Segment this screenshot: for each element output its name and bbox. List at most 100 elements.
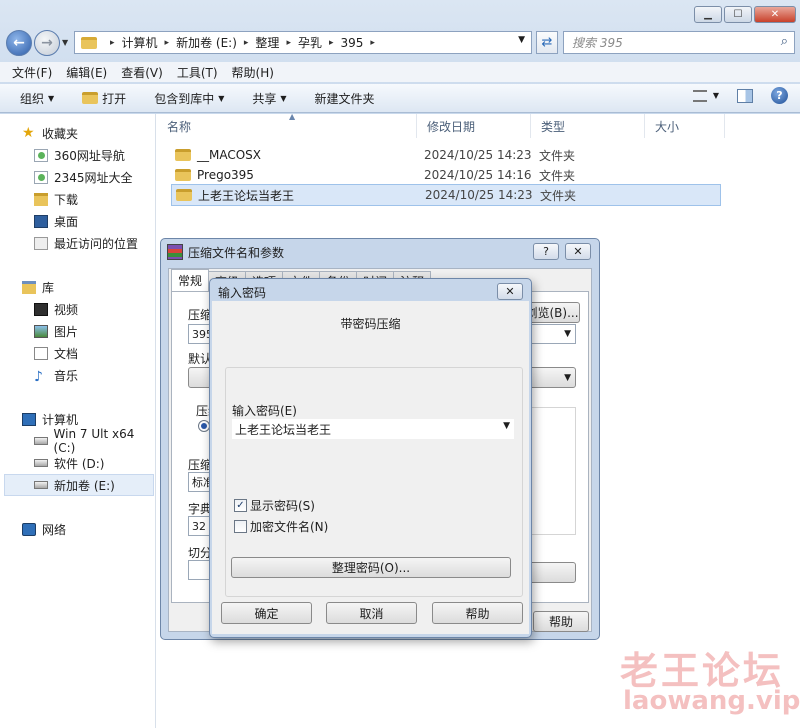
address-bar[interactable]: ▸ 计算机 ▸ 新加卷 (E:) ▸ 整理 ▸ 孕乳 ▸ 395 ▸ ▼	[74, 31, 532, 54]
sidebar-label: 收藏夹	[42, 126, 79, 141]
refresh-button[interactable]: ⇄	[536, 31, 558, 54]
search-icon[interactable]: ⌕	[781, 34, 788, 49]
breadcrumb-item[interactable]: 395	[341, 36, 364, 50]
help-icon[interactable]: ?	[771, 87, 788, 104]
chevron-right-icon[interactable]: ▸	[286, 38, 291, 48]
sidebar-item-downloads[interactable]: 下载	[0, 188, 156, 210]
chevron-right-icon[interactable]: ▸	[370, 38, 375, 48]
sidebar-item-drive-d[interactable]: 软件 (D:)	[0, 452, 156, 474]
music-note-icon: ♪	[34, 368, 43, 385]
folder-icon	[81, 36, 97, 49]
menu-tools[interactable]: 工具(T)	[177, 64, 218, 81]
column-type[interactable]: 类型	[531, 114, 645, 138]
forward-button[interactable]: →	[34, 30, 60, 56]
chevron-right-icon[interactable]: ▸	[165, 38, 170, 48]
sidebar-item-recent[interactable]: 最近访问的位置	[0, 232, 156, 254]
column-date[interactable]: 修改日期	[417, 114, 531, 138]
sidebar-item-videos[interactable]: 视频	[0, 298, 156, 320]
help-button[interactable]: 帮助	[432, 602, 523, 624]
column-size[interactable]: 大小	[645, 114, 725, 138]
new-folder-button[interactable]: 新建文件夹	[315, 90, 375, 107]
picture-icon	[34, 324, 48, 338]
sidebar-item-drive-c[interactable]: Win 7 Ult x64 (C:)	[0, 427, 156, 455]
sidebar-item-favorites[interactable]: ★ 收藏夹	[0, 122, 156, 144]
archive-help-button[interactable]: 帮助	[533, 611, 589, 632]
column-header-row: 名称 ▲ 修改日期 类型 大小	[157, 112, 800, 138]
tab-general[interactable]: 常规	[171, 269, 210, 291]
new-folder-label: 新建文件夹	[314, 91, 375, 106]
breadcrumb-item[interactable]: 新加卷 (E:)	[176, 34, 237, 51]
table-row[interactable]: __MACOSX 2024/10/25 14:23 文件夹	[171, 144, 721, 166]
back-button[interactable]: ←	[6, 30, 32, 56]
minimize-button[interactable]: ▁	[694, 6, 722, 23]
folder-icon	[176, 189, 192, 201]
address-dropdown-icon[interactable]: ▼	[518, 35, 525, 45]
sidebar-item-documents[interactable]: 文档	[0, 342, 156, 364]
sidebar-label: 新加卷 (E:)	[54, 478, 115, 493]
dropdown-icon[interactable]: ▼	[503, 421, 510, 431]
sidebar-item-desktop[interactable]: 桌面	[0, 210, 156, 232]
sidebar-item-2345[interactable]: 2345网址大全	[0, 166, 156, 188]
menu-bar: 文件(F) 编辑(E) 查看(V) 工具(T) 帮助(H)	[0, 62, 800, 82]
sidebar-item-libraries[interactable]: 库	[0, 276, 156, 298]
sidebar-label: 图片	[54, 324, 79, 339]
breadcrumb-item[interactable]: 整理	[255, 34, 279, 51]
recent-pages-dropdown-icon[interactable]: ▼	[62, 38, 68, 47]
caret-down-icon: ▼	[48, 93, 55, 103]
recent-places-icon	[34, 236, 48, 250]
navigation-pane: ★ 收藏夹 360网址导航 2345网址大全 下载 桌面 最近访问的位置 库 视…	[0, 114, 156, 728]
show-password-checkbox[interactable]: ✓ 显示密码(S)	[234, 497, 315, 514]
browse-button[interactable]: 浏览(B)...	[524, 302, 580, 323]
sidebar-item-pictures[interactable]: 图片	[0, 320, 156, 342]
share-label: 共享	[252, 91, 277, 106]
help-title-button[interactable]: ?	[533, 243, 559, 260]
computer-icon	[22, 412, 36, 426]
sidebar-item-360[interactable]: 360网址导航	[0, 144, 156, 166]
checkmark-icon: ✓	[234, 499, 247, 512]
password-value: 上老王论坛当老王	[235, 422, 332, 437]
encrypt-filenames-checkbox[interactable]: 加密文件名(N)	[234, 518, 328, 535]
menu-file[interactable]: 文件(F)	[12, 64, 52, 81]
password-field[interactable]: 上老王论坛当老王 ▼	[232, 419, 514, 439]
column-name[interactable]: 名称 ▲	[157, 112, 417, 138]
menu-help[interactable]: 帮助(H)	[232, 64, 274, 81]
sidebar-item-network[interactable]: 网络	[0, 518, 156, 540]
share-button[interactable]: 共享 ▼	[252, 90, 286, 107]
organize-button[interactable]: 组织 ▼	[20, 90, 54, 107]
column-label: 大小	[655, 119, 680, 134]
watermark-url: laowang.vip	[623, 686, 800, 716]
search-input[interactable]: 搜索 395 ⌕	[563, 31, 795, 54]
table-row[interactable]: Prego395 2024/10/25 14:16 文件夹	[171, 164, 721, 186]
organize-passwords-button[interactable]: 整理密码(O)...	[231, 557, 511, 578]
chevron-right-icon[interactable]: ▸	[329, 38, 334, 48]
navigation-row: ← → ▼ ▸ 计算机 ▸ 新加卷 (E:) ▸ 整理 ▸ 孕乳 ▸ 395 ▸…	[0, 28, 800, 58]
menu-edit[interactable]: 编辑(E)	[66, 64, 107, 81]
close-icon[interactable]: ✕	[565, 243, 591, 260]
file-type: 文件夹	[539, 168, 576, 183]
sidebar-item-drive-e[interactable]: 新加卷 (E:)	[4, 474, 154, 496]
file-date: 2024/10/25 14:16	[424, 168, 532, 182]
chevron-right-icon[interactable]: ▸	[244, 38, 249, 48]
breadcrumb-item[interactable]: 孕乳	[298, 34, 322, 51]
web-shortcut-icon	[34, 170, 48, 184]
open-button[interactable]: 打开	[82, 90, 126, 107]
close-button[interactable]: ✕	[754, 6, 796, 23]
preview-pane-icon[interactable]	[737, 88, 753, 103]
maximize-button[interactable]: ☐	[724, 6, 752, 23]
chevron-right-icon[interactable]: ▸	[110, 38, 115, 48]
empty-checkbox-icon	[234, 520, 247, 533]
cancel-button[interactable]: 取消	[326, 602, 417, 624]
ok-button[interactable]: 确定	[221, 602, 312, 624]
include-library-button[interactable]: 包含到库中 ▼	[154, 90, 224, 107]
sidebar-label: 视频	[54, 302, 79, 317]
menu-view[interactable]: 查看(V)	[121, 64, 163, 81]
close-icon[interactable]: ✕	[497, 283, 523, 300]
sidebar-item-music[interactable]: ♪ 音乐	[0, 364, 156, 386]
breadcrumb-item[interactable]: 计算机	[122, 34, 158, 51]
drive-icon	[34, 437, 48, 445]
open-label: 打开	[102, 91, 127, 106]
dropdown-icon: ▼	[564, 329, 571, 339]
drive-icon	[34, 459, 48, 467]
change-view-button[interactable]: ▼	[692, 89, 719, 102]
table-row[interactable]: 上老王论坛当老王 2024/10/25 14:23 文件夹	[171, 184, 721, 206]
